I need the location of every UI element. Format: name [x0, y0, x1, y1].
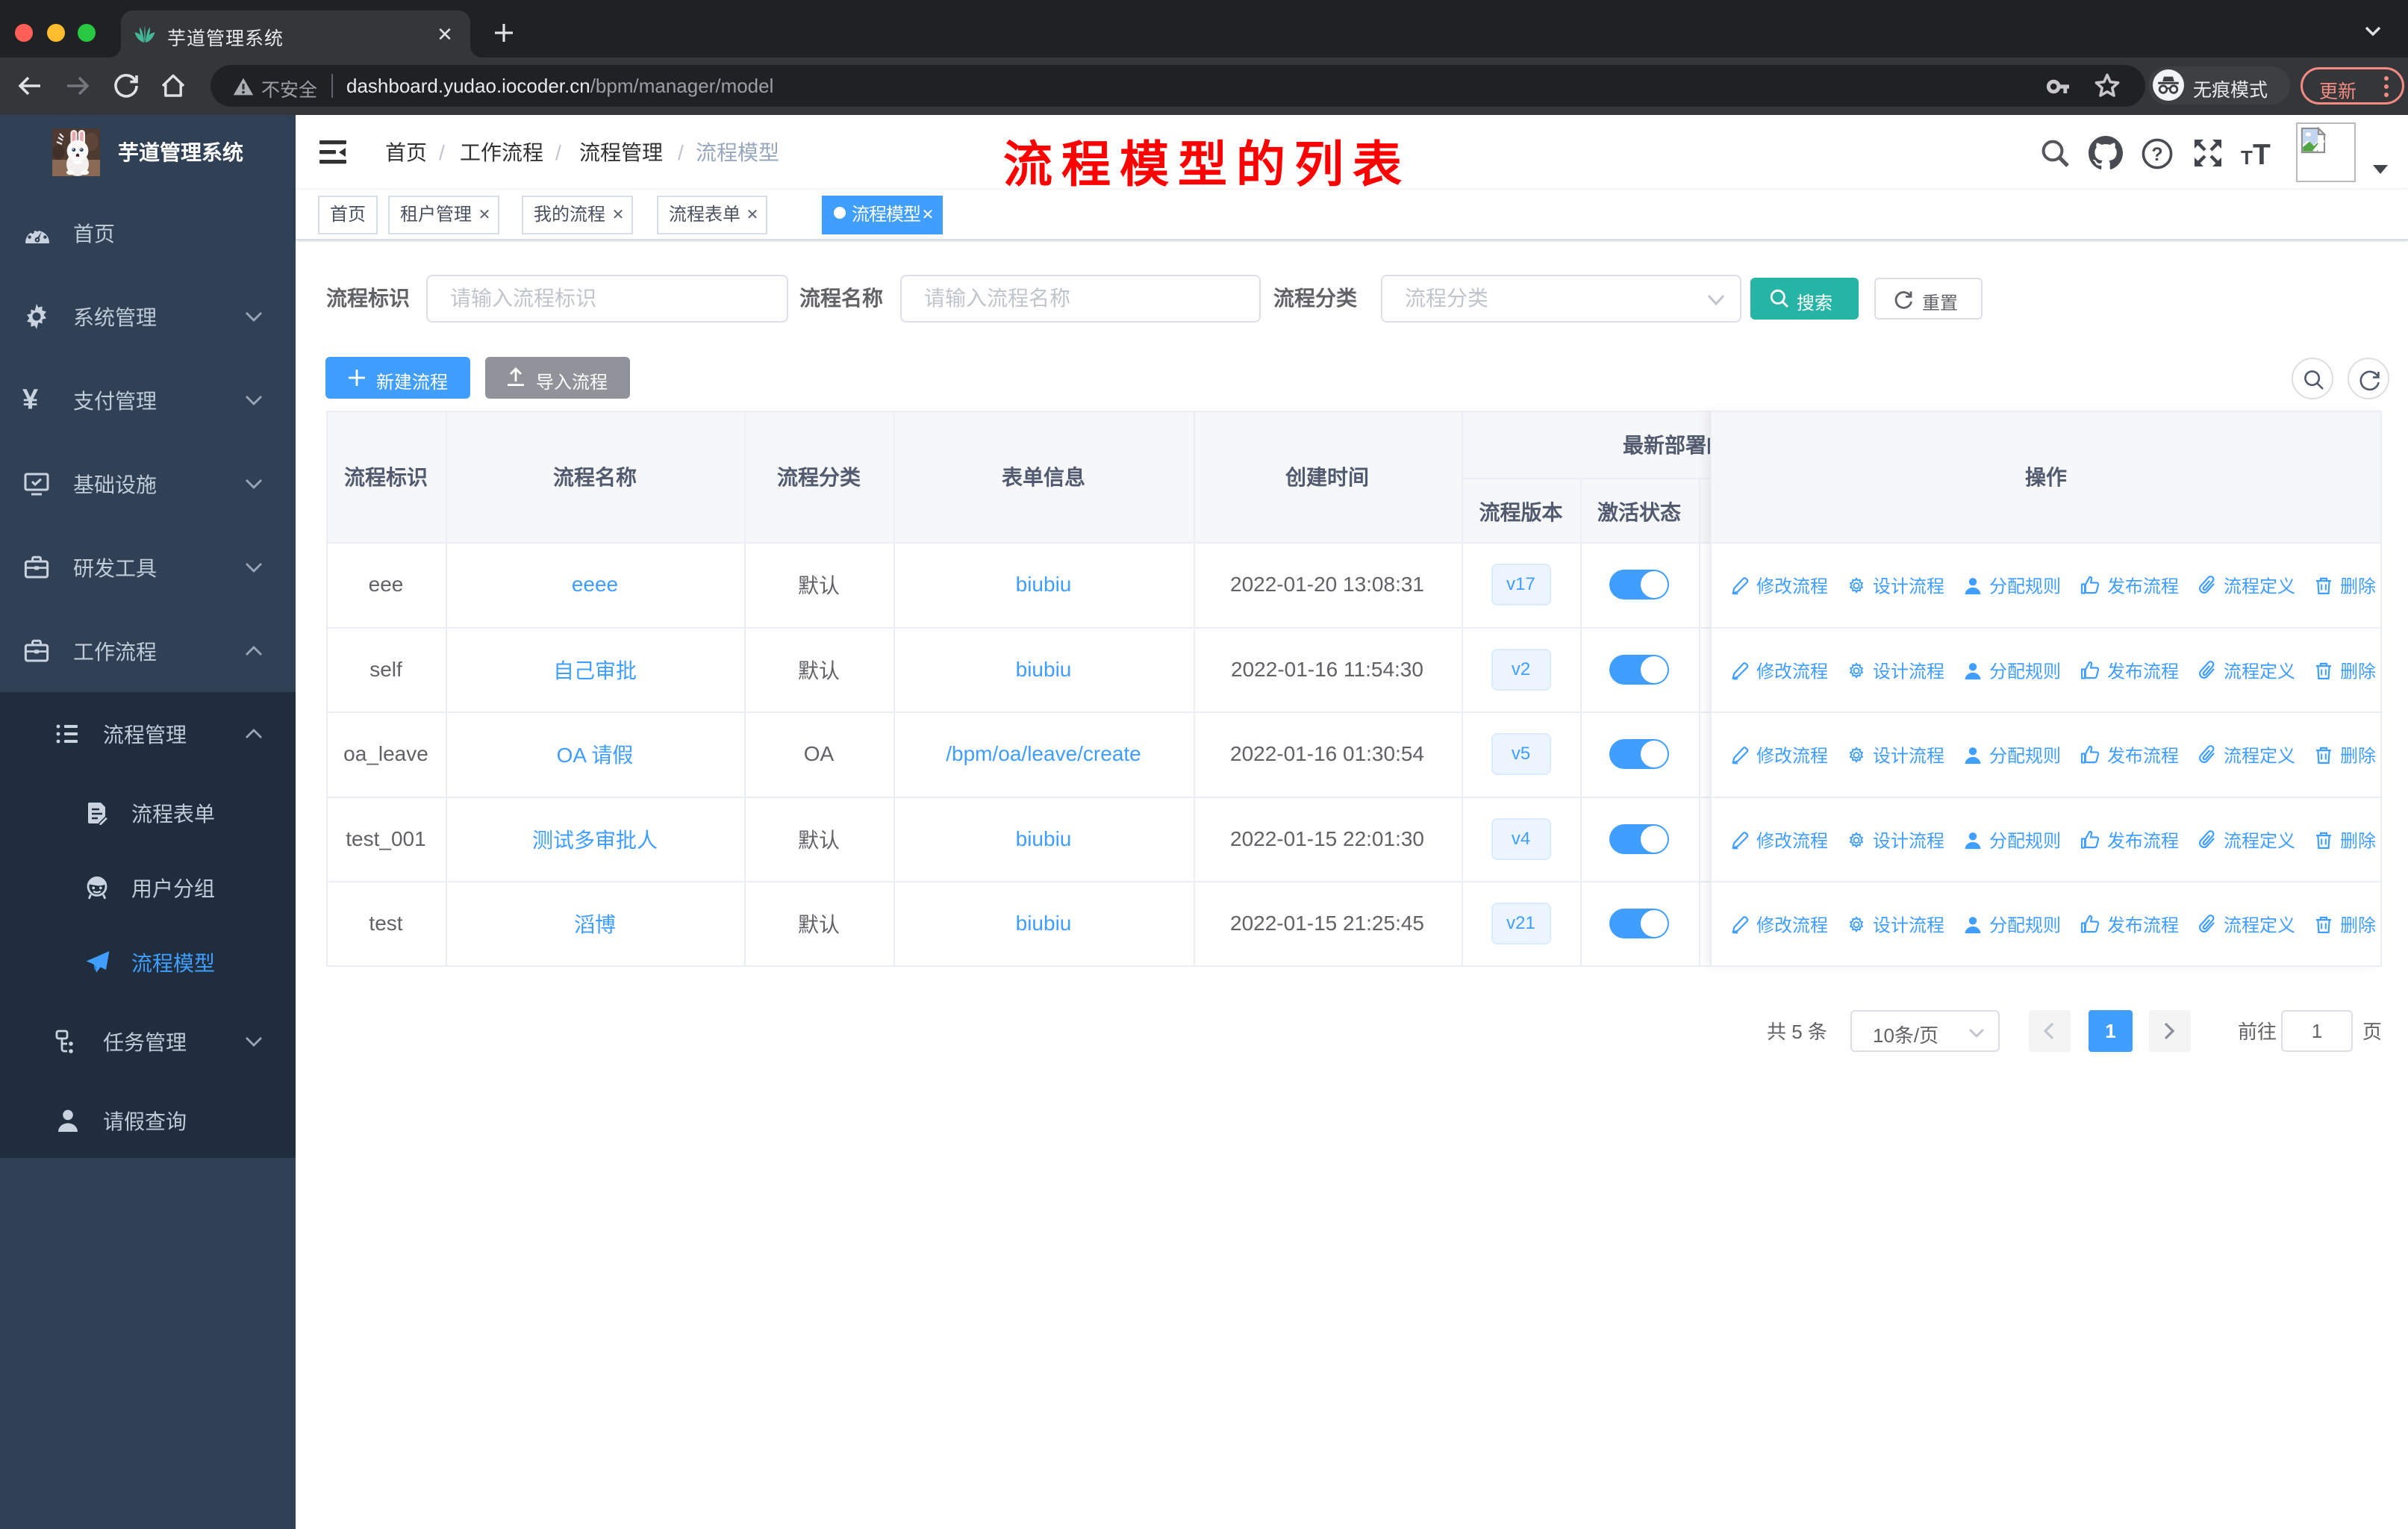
svg-text:?: ? — [2151, 144, 2162, 165]
svg-text:T: T — [2241, 146, 2253, 169]
svg-text:T: T — [2253, 139, 2271, 169]
